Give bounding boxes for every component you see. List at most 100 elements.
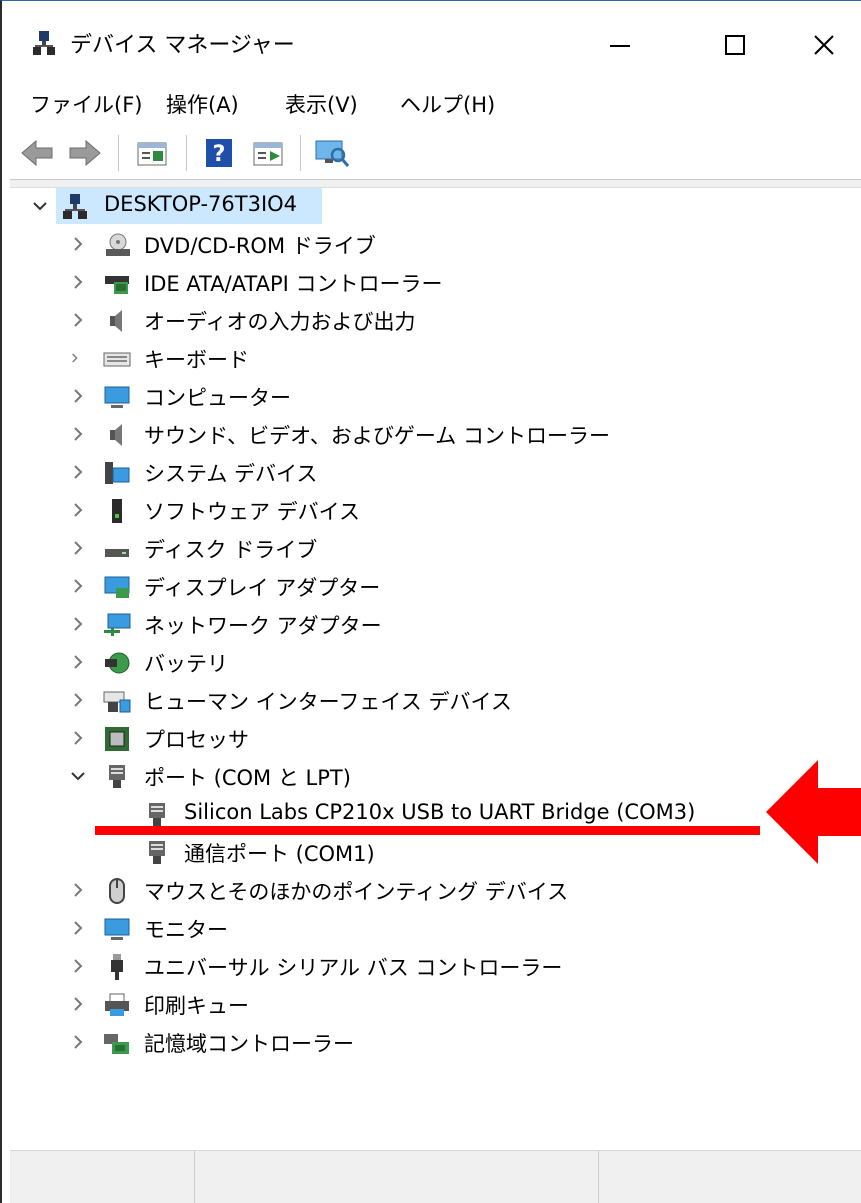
tree-category-label: ユニバーサル シリアル バス コントローラー [144,956,563,980]
toolbar-separator [186,135,187,171]
forward-icon[interactable] [64,135,104,171]
status-separator [598,1151,599,1203]
monitor-icon [104,918,130,940]
chevron-right-icon[interactable] [68,1032,88,1052]
network-adapter-icon [104,613,131,636]
help-icon[interactable]: ? [200,135,240,171]
monitor-icon [104,386,130,408]
chevron-right-icon[interactable] [68,994,88,1014]
tree-category-processor[interactable]: プロセッサ [10,720,861,758]
tree-category-sound-video[interactable]: サウンド、ビデオ、およびゲーム コントローラー [10,416,861,454]
svg-text:?: ? [213,142,226,167]
menu-action[interactable]: 操作(A) [166,89,239,119]
chevron-right-icon[interactable] [68,614,88,634]
chevron-right-icon[interactable] [68,652,88,672]
menu-help[interactable]: ヘルプ(H) [400,89,495,119]
tree-category-label: ディスク ドライブ [144,538,318,562]
software-device-icon [112,499,122,523]
chevron-down-icon[interactable] [30,196,50,216]
chevron-right-icon[interactable] [68,576,88,596]
tree-category-ports[interactable]: ポート (COM と LPT) [10,758,861,796]
update-driver-icon[interactable] [248,135,288,171]
speaker-icon [110,310,122,332]
tree-category-label: コンピューター [144,386,291,410]
tree-category-ide[interactable]: IDE ATA/ATAPI コントローラー [10,264,861,302]
tree-category-monitor[interactable]: モニター [10,910,861,948]
chevron-right-icon[interactable] [68,956,88,976]
storage-controller-icon [104,1034,129,1054]
tree-category-label: ディスプレイ アダプター [144,576,381,600]
minimize-button[interactable] [588,15,648,75]
tree-category-battery[interactable]: バッテリ [10,644,861,682]
tree-category-label: モニター [144,918,228,942]
chevron-right-icon[interactable] [68,880,88,900]
tree-category-label: マウスとそのほかのポインティング デバイス [144,880,569,904]
maximize-button[interactable] [705,15,765,75]
battery-icon [105,652,130,674]
computer-network-icon [63,194,87,219]
tree-category-label: キーボード [144,348,249,372]
tree-root[interactable]: DESKTOP-76T3IO4 [10,188,861,226]
tree-category-audio-io[interactable]: オーディオの入力および出力 [10,302,861,340]
port-icon [149,841,165,864]
chevron-right-icon[interactable] [68,348,88,368]
chevron-right-icon[interactable] [68,500,88,520]
usb-icon [111,954,123,980]
tree-category-system[interactable]: システム デバイス [10,454,861,492]
toolbar-separator [300,135,301,171]
tree-category-label: システム デバイス [144,462,318,486]
toolbar-separator [118,135,119,171]
tree-category-dvd[interactable]: DVD/CD-ROM ドライブ [10,226,861,264]
chevron-right-icon[interactable] [68,234,88,254]
device-manager-window: デバイス マネージャー ファイル(F) 操作(A) 表示(V) ヘルプ(H) ?… [0,0,861,1203]
chevron-down-icon[interactable] [68,766,88,786]
menu-view[interactable]: 表示(V) [285,89,358,119]
tree-category-usb[interactable]: ユニバーサル シリアル バス コントローラー [10,948,861,986]
tree-category-print-queue[interactable]: 印刷キュー [10,986,861,1024]
keyboard-icon [103,352,131,367]
tree-category-network[interactable]: ネットワーク アダプター [10,606,861,644]
tree-device-label: 通信ポート (COM1) [184,842,375,866]
chevron-right-icon[interactable] [68,728,88,748]
device-tree[interactable]: DESKTOP-76T3IO4 DVD/CD-ROM ドライブ IDE ATA/… [10,187,861,1151]
tree-root-label: DESKTOP-76T3IO4 [104,192,298,216]
tree-category-software[interactable]: ソフトウェア デバイス [10,492,861,530]
chevron-right-icon[interactable] [68,538,88,558]
chevron-right-icon[interactable] [68,310,88,330]
tree-category-mouse[interactable]: マウスとそのほかのポインティング デバイス [10,872,861,910]
title-bar[interactable]: デバイス マネージャー [2,1,861,79]
display-adapter-icon [104,576,130,598]
tree-category-label: ソフトウェア デバイス [144,500,361,524]
properties-icon[interactable] [132,135,172,171]
tree-category-disk[interactable]: ディスク ドライブ [10,530,861,568]
chevron-right-icon[interactable] [68,690,88,710]
tree-category-label: 印刷キュー [144,994,249,1018]
annotation-strike-line [95,826,760,835]
chevron-right-icon[interactable] [68,272,88,292]
back-icon[interactable] [18,135,58,171]
close-button[interactable] [794,15,854,75]
tree-category-keyboard[interactable]: キーボード [10,340,861,378]
tree-category-label: DVD/CD-ROM ドライブ [144,234,376,258]
tree-device-com1[interactable]: 通信ポート (COM1) [10,834,861,872]
processor-icon [105,727,129,751]
hid-icon [103,691,131,713]
tree-category-hid[interactable]: ヒューマン インターフェイス デバイス [10,682,861,720]
tree-category-storage[interactable]: 記憶域コントローラー [10,1024,861,1062]
chevron-right-icon[interactable] [68,462,88,482]
printer-icon [105,993,129,1016]
chevron-right-icon[interactable] [68,424,88,444]
tree-category-display[interactable]: ディスプレイ アダプター [10,568,861,606]
chevron-right-icon[interactable] [68,918,88,938]
scan-hardware-icon[interactable] [312,135,352,171]
tree-category-label: サウンド、ビデオ、およびゲーム コントローラー [144,424,610,448]
menu-file[interactable]: ファイル(F) [30,89,142,119]
tree-category-label: ネットワーク アダプター [144,614,382,638]
tree-category-computer[interactable]: コンピューター [10,378,861,416]
toolbar: ? [2,127,861,179]
dvd-drive-icon [106,233,130,256]
chevron-right-icon[interactable] [68,386,88,406]
port-icon [109,765,125,788]
status-bar [10,1150,861,1203]
tree-category-label: プロセッサ [144,728,249,752]
